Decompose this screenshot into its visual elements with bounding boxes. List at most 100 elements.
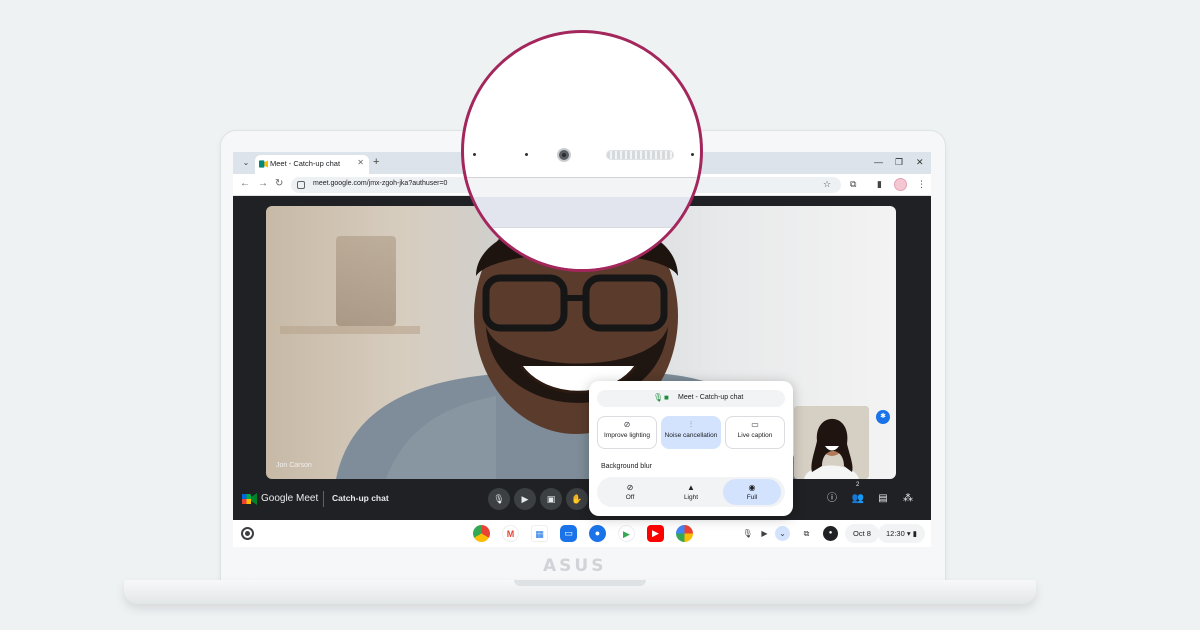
chrome-app-icon[interactable] xyxy=(473,525,490,542)
minimize-icon[interactable]: — xyxy=(874,156,883,168)
profile-avatar[interactable] xyxy=(894,178,907,191)
people-button[interactable]: 👥 xyxy=(849,490,867,508)
hand-icon: ✋ xyxy=(571,494,583,504)
improve-lighting-button[interactable]: ⊘ Improve lighting xyxy=(597,416,657,449)
tab-search-icon[interactable]: ⌄ xyxy=(239,156,253,170)
self-view-video xyxy=(794,406,869,479)
captions-icon: ▣ xyxy=(546,494,556,504)
background-blur-selector: ⊘ Off ▲ Light ◉ Full xyxy=(597,477,785,507)
meet-quick-settings-panel: 🎙 ■ Meet - Catch-up chat ⊘ Improve light… xyxy=(589,381,793,516)
wifi-icon: ▾ xyxy=(906,529,911,538)
effect-label: Noise cancellation xyxy=(664,432,718,439)
effect-label: Improve lighting xyxy=(604,432,650,439)
browser-tab-meet[interactable]: Meet - Catch-up chat ✕ xyxy=(255,155,369,174)
chromeos-shelf: M ▦ ▭ ● ▶ ▶ 🎙 ▶ ⌄ ⧉ ● Oct 8 12:30 ▾ ▮ xyxy=(233,520,931,547)
launcher-icon[interactable] xyxy=(241,527,254,540)
live-caption-icon: ▭ xyxy=(751,420,759,429)
magnified-tab-strip xyxy=(464,197,700,227)
laptop-hinge-notch xyxy=(514,580,646,586)
gmail-app-icon[interactable]: M xyxy=(502,525,519,542)
sensor-dot xyxy=(525,153,528,156)
blur-option-label: Off xyxy=(625,494,635,501)
back-icon[interactable]: ← xyxy=(240,178,250,190)
bookmark-star-icon[interactable]: ☆ xyxy=(823,178,831,190)
activities-icon: ⁂ xyxy=(903,493,913,504)
panel-title: Meet - Catch-up chat xyxy=(678,394,744,401)
activities-button[interactable]: ⁂ xyxy=(899,490,917,508)
meeting-details-button[interactable]: ⓘ xyxy=(823,490,841,508)
panel-camera-icon: ■ xyxy=(664,393,669,402)
tray-camera-icon[interactable]: ▶ xyxy=(757,526,772,541)
webcam-lens-icon xyxy=(557,148,571,162)
tray-mic-icon[interactable]: 🎙 xyxy=(740,526,755,541)
magnified-toolbar xyxy=(464,227,700,269)
photos-app-icon[interactable] xyxy=(676,525,693,542)
battery-icon: ▮ xyxy=(912,529,917,538)
new-tab-icon[interactable]: + xyxy=(373,156,379,168)
side-panel-icon[interactable]: ▮ xyxy=(877,178,882,190)
files-app-icon[interactable]: ▭ xyxy=(560,525,577,542)
tab-close-icon[interactable]: ✕ xyxy=(357,158,364,167)
magnified-bezel-edge xyxy=(464,177,700,197)
sensor-dot xyxy=(473,153,476,156)
blur-light-option[interactable]: ▲ Light xyxy=(662,479,720,505)
person-icon: ▲ xyxy=(687,483,695,492)
play-store-app-icon[interactable]: ▶ xyxy=(618,525,635,542)
blur-option-label: Light xyxy=(683,494,699,501)
close-window-icon[interactable]: ✕ xyxy=(916,156,924,168)
google-meet-brand: Google Meet xyxy=(261,493,319,504)
background-blur-label: Background blur xyxy=(601,463,652,470)
panel-title-chip[interactable]: 🎙 ■ Meet - Catch-up chat xyxy=(597,390,785,407)
person-blur-icon: ◉ xyxy=(748,483,756,492)
info-icon: ⓘ xyxy=(827,493,837,504)
self-view-tile[interactable] xyxy=(794,406,869,479)
meeting-name: Catch-up chat xyxy=(332,493,389,503)
messages-app-icon[interactable]: ● xyxy=(589,525,606,542)
noise-cancellation-button[interactable]: ⫶ Noise cancellation xyxy=(661,416,721,449)
blur-off-icon: ⊘ xyxy=(626,483,634,492)
laptop-brand-logo: ASUS xyxy=(543,556,607,576)
camera-button[interactable]: ▶ xyxy=(514,488,536,510)
noise-cancellation-icon: ⫶ xyxy=(690,420,692,429)
chat-button[interactable]: ▤ xyxy=(874,490,892,508)
extensions-icon[interactable]: ⧉ xyxy=(850,178,856,190)
restore-icon[interactable]: ❐ xyxy=(895,156,903,168)
participant-name: Jon Carson xyxy=(276,462,312,469)
menu-kebab-icon[interactable]: ⋮ xyxy=(917,178,926,190)
webcam-magnifier-callout xyxy=(461,30,703,272)
mic-icon: 🎙 xyxy=(493,494,505,504)
blur-full-option[interactable]: ◉ Full xyxy=(723,479,781,505)
tab-title: Meet - Catch-up chat xyxy=(270,159,341,168)
laptop-base xyxy=(124,580,1036,604)
live-caption-button[interactable]: ▭ Live caption xyxy=(725,416,785,449)
site-info-icon[interactable] xyxy=(297,181,305,189)
youtube-app-icon[interactable]: ▶ xyxy=(647,525,664,542)
people-icon: 👥 xyxy=(851,493,865,504)
status-area[interactable]: 12:30 ▾ ▮ xyxy=(878,524,925,543)
chat-icon: ▤ xyxy=(878,493,888,504)
sensor-dot xyxy=(691,153,694,156)
meet-favicon-icon xyxy=(259,160,268,168)
date-chip[interactable]: Oct 8 xyxy=(845,524,879,543)
blur-off-option[interactable]: ⊘ Off xyxy=(601,479,659,505)
tray-record-icon[interactable]: ● xyxy=(823,526,838,541)
captions-button[interactable]: ▣ xyxy=(540,488,562,510)
raise-hand-button[interactable]: ✋ xyxy=(566,488,588,510)
camera-icon: ▶ xyxy=(521,494,529,504)
tray-screen-capture-icon[interactable]: ⧉ xyxy=(799,526,814,541)
forward-icon[interactable]: → xyxy=(258,178,268,190)
blur-option-label: Full xyxy=(746,494,758,501)
meet-control-bar: Google Meet Catch-up chat 🎙 ▶ ▣ ✋ ⓘ 2 👥 … xyxy=(233,479,931,520)
audio-active-icon: ✱ xyxy=(876,410,890,424)
panel-mic-icon: 🎙 xyxy=(653,393,664,402)
reload-icon[interactable]: ↻ xyxy=(275,178,283,190)
privacy-shutter-slider xyxy=(606,150,674,160)
effect-label: Live caption xyxy=(737,432,773,439)
tray-expand-icon[interactable]: ⌄ xyxy=(775,526,790,541)
brand-divider xyxy=(323,491,324,507)
lighting-off-icon: ⊘ xyxy=(623,420,631,429)
time-text: 12:30 xyxy=(886,529,905,538)
microphone-button[interactable]: 🎙 xyxy=(488,488,510,510)
calendar-app-icon[interactable]: ▦ xyxy=(531,525,548,542)
google-meet-logo-icon xyxy=(242,493,257,505)
